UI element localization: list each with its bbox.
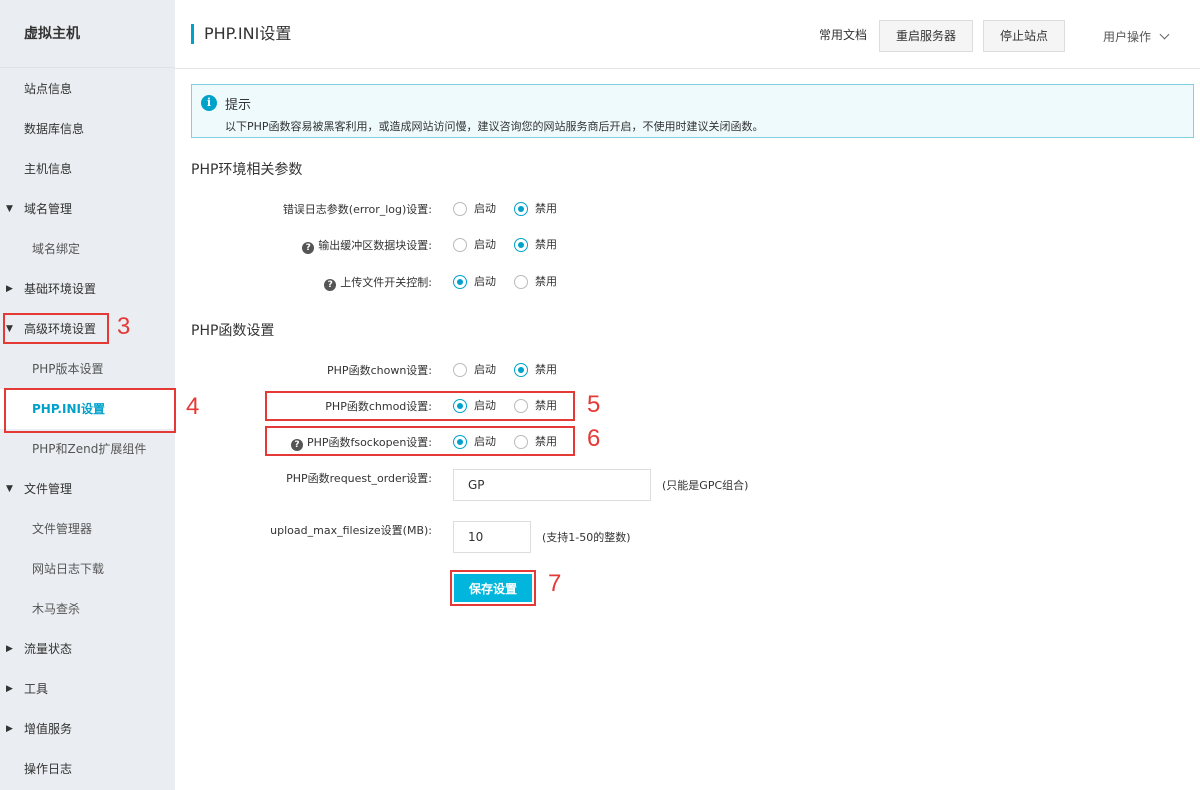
annotation-number-4: 4 (186, 393, 200, 420)
info-icon: i (201, 95, 217, 111)
radio-label: 启动 (474, 363, 496, 376)
annotation-box-3 (3, 313, 109, 344)
chevron-down-icon (1159, 29, 1170, 40)
user-menu[interactable]: 用户操作 (1103, 28, 1170, 45)
sidebar-item-label: 网站日志下载 (32, 562, 105, 576)
sidebar-item-label: 基础环境设置 (24, 282, 97, 296)
request-order-input[interactable] (453, 469, 651, 501)
env-label-file-upload: ? 上传文件开关控制: (324, 274, 432, 291)
user-menu-label: 用户操作 (1103, 30, 1152, 44)
upload-max-hint: (支持1-50的整数) (542, 531, 631, 544)
sidebar-item-traffic[interactable]: ▶ 流量状态 (0, 629, 175, 669)
upload-max-input[interactable] (453, 521, 531, 553)
sidebar-item-database-info[interactable]: 数据库信息 (0, 109, 175, 149)
sidebar-item-domain-mgmt[interactable]: ▼ 域名管理 (0, 189, 175, 229)
sidebar-item-label: 文件管理器 (32, 522, 93, 536)
sidebar-item-domain-binding[interactable]: 域名绑定 (0, 229, 175, 269)
sidebar-item-operation-log[interactable]: 操作日志 (0, 749, 175, 789)
radio-label: 禁用 (535, 275, 557, 288)
radio-label: 启动 (474, 238, 496, 251)
radio-circle-checked (514, 238, 528, 252)
sidebar-item-php-zend[interactable]: PHP和Zend扩展组件 (0, 429, 175, 469)
radio-label: 禁用 (535, 202, 557, 215)
caret-right-icon: ▶ (6, 644, 13, 654)
sidebar-item-label: 操作日志 (24, 762, 73, 776)
radio-label: 启动 (474, 202, 496, 215)
tip-box: i 提示 以下PHP函数容易被黑客利用，或造成网站访问慢，建议咨询您的网站服务商… (191, 84, 1194, 138)
radio-circle-checked (514, 363, 528, 377)
sidebar-item-label: 站点信息 (24, 82, 73, 96)
sidebar-item-basic-env[interactable]: ▶ 基础环境设置 (0, 269, 175, 309)
caret-right-icon: ▶ (6, 284, 13, 294)
radio-circle-checked (453, 275, 467, 289)
env-label-text: 上传文件开关控制: (340, 276, 432, 289)
annotation-number-7: 7 (548, 570, 562, 597)
annotation-number-6: 6 (587, 425, 601, 452)
sidebar-item-value-added[interactable]: ▶ 增值服务 (0, 709, 175, 749)
restart-server-button[interactable]: 重启服务器 (879, 20, 973, 52)
annotation-box-7 (450, 570, 536, 606)
radio-circle (514, 275, 528, 289)
sidebar-item-php-version[interactable]: PHP版本设置 (0, 349, 175, 389)
stop-site-button[interactable]: 停止站点 (983, 20, 1065, 52)
annotation-number-5: 5 (587, 391, 601, 418)
caret-down-icon: ▼ (6, 204, 13, 214)
sidebar-item-label: 工具 (24, 682, 49, 696)
radio-label: 禁用 (535, 238, 557, 251)
sidebar-item-label: 木马查杀 (32, 602, 81, 616)
sidebar-item-label: 文件管理 (24, 482, 73, 496)
radio-circle-checked (514, 202, 528, 216)
header: PHP.INI设置 常用文档 重启服务器 停止站点 用户操作 (175, 0, 1200, 69)
request-order-hint: (只能是GPC组合) (662, 479, 749, 492)
section-title-env: PHP环境相关参数 (191, 162, 303, 178)
sidebar-item-label: 数据库信息 (24, 122, 85, 136)
sidebar-item-label: 域名管理 (24, 202, 73, 216)
caret-right-icon: ▶ (6, 724, 13, 734)
annotation-box-5 (265, 391, 575, 421)
sidebar-item-site-info[interactable]: 站点信息 (0, 69, 175, 109)
help-icon[interactable]: ? (324, 279, 337, 291)
annotation-box-4 (4, 388, 176, 433)
radio-label: 禁用 (535, 363, 557, 376)
section-title-func: PHP函数设置 (191, 323, 275, 339)
annotation-number-3: 3 (117, 313, 131, 340)
help-icon[interactable]: ? (302, 242, 315, 254)
radio-label: 启动 (474, 275, 496, 288)
env-label-text: 输出缓冲区数据块设置: (318, 239, 432, 252)
sidebar-item-label: 增值服务 (24, 722, 73, 736)
func-label-chown: PHP函数chown设置: (327, 364, 432, 377)
sidebar-item-label: 流量状态 (24, 642, 73, 656)
caret-down-icon: ▼ (6, 484, 13, 494)
caret-right-icon: ▶ (6, 684, 13, 694)
sidebar-item-label: 域名绑定 (32, 242, 81, 256)
radio-circle (453, 363, 467, 377)
sidebar-title: 虚拟主机 (0, 0, 175, 68)
radio-circle (453, 202, 467, 216)
sidebar-item-file-mgmt[interactable]: ▼ 文件管理 (0, 469, 175, 509)
sidebar-item-file-manager[interactable]: 文件管理器 (0, 509, 175, 549)
sidebar-item-label: PHP和Zend扩展组件 (32, 442, 147, 456)
sidebar-item-label: 主机信息 (24, 162, 73, 176)
docs-link[interactable]: 常用文档 (819, 26, 867, 43)
upload-max-label: upload_max_filesize设置(MB): (270, 524, 432, 537)
request-order-label: PHP函数request_order设置: (286, 472, 432, 485)
sidebar-item-tools[interactable]: ▶ 工具 (0, 669, 175, 709)
tip-title: 提示 (225, 98, 252, 113)
radio-circle (453, 238, 467, 252)
env-label-output-buffer: ? 输出缓冲区数据块设置: (302, 237, 432, 254)
sidebar-item-host-info[interactable]: 主机信息 (0, 149, 175, 189)
tip-text: 以下PHP函数容易被黑客利用，或造成网站访问慢，建议咨询您的网站服务商后开启，不… (225, 120, 764, 133)
sidebar-item-trojan-scan[interactable]: 木马查杀 (0, 589, 175, 629)
sidebar-item-log-download[interactable]: 网站日志下载 (0, 549, 175, 589)
annotation-box-6 (265, 426, 575, 456)
env-label-error-log: 错误日志参数(error_log)设置: (282, 203, 432, 216)
page-title: PHP.INI设置 (191, 24, 291, 44)
sidebar-item-label: PHP版本设置 (32, 362, 104, 376)
